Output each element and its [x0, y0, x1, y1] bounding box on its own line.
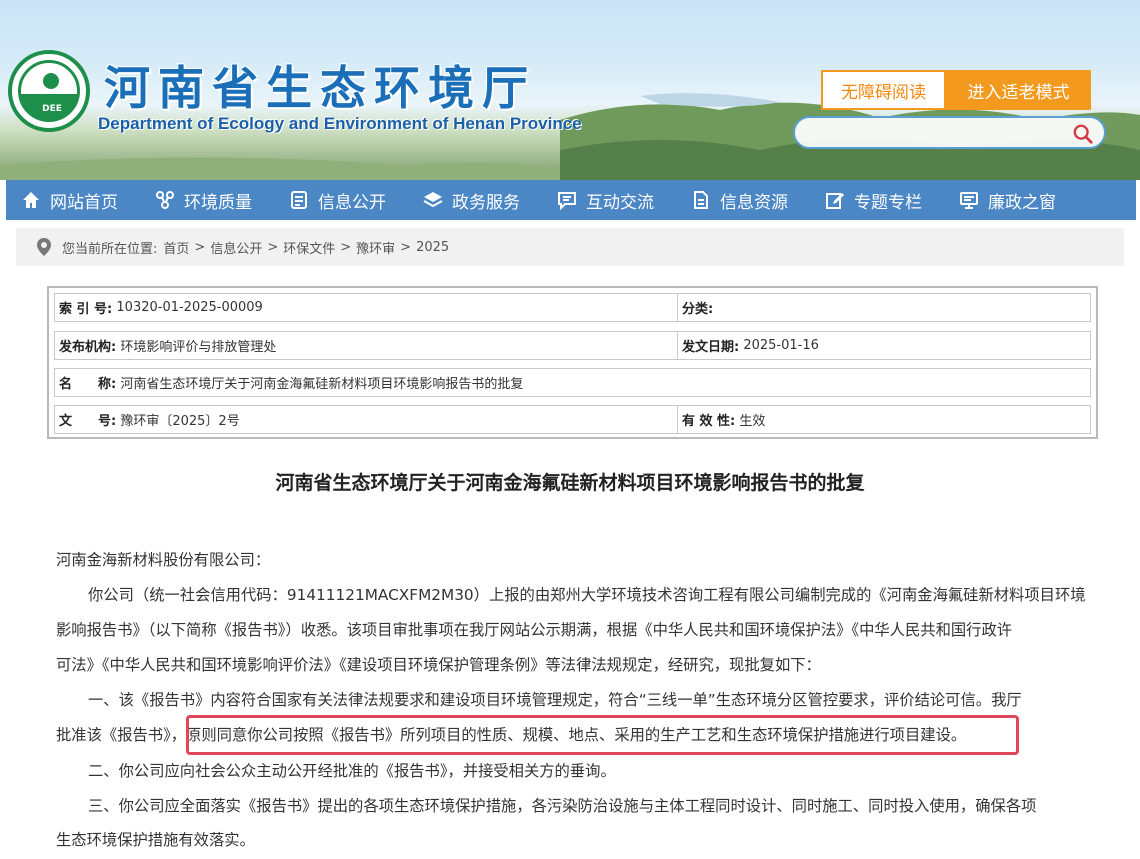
date-label: 发文日期: — [682, 340, 740, 355]
paragraph-line: 一、该《报告书》内容符合国家有关法律法规要求和建设项目环境管理规定，符合“三线一… — [88, 691, 1022, 709]
main-nav: 网站首页 环境质量 信息公开 政务服务 互动交流 信息资源 专题专栏 廉政之窗 — [6, 180, 1136, 220]
breadcrumb: 您当前所在位置: 首页 > 信息公开 > 环保文件 > 豫环审 > 2025 — [16, 228, 1124, 266]
publisher-cell: 发布机构: 环境影响评价与排放管理处 — [54, 331, 678, 360]
breadcrumb-year[interactable]: 2025 — [416, 240, 449, 255]
header-banner: DEE 河南省生态环境厅 Department of Ecology and E… — [0, 0, 1140, 180]
document-icon — [288, 189, 310, 211]
breadcrumb-info-disclosure[interactable]: 信息公开 — [210, 238, 262, 257]
elder-mode-button[interactable]: 进入适老模式 — [946, 70, 1091, 110]
date-value: 2025-01-16 — [743, 338, 819, 353]
breadcrumb-separator: > — [340, 239, 352, 255]
search-icon[interactable] — [1072, 123, 1094, 145]
nav-item-interaction[interactable]: 互动交流 — [556, 180, 654, 220]
document-info-table: 索 引 号: 10320-01-2025-00009 分类: 发布机构: 环境影… — [47, 286, 1098, 439]
category-cell: 分类: — [678, 293, 1091, 322]
nav-item-gov-services[interactable]: 政务服务 — [422, 180, 520, 220]
molecule-icon — [154, 189, 176, 211]
breadcrumb-separator: > — [267, 239, 279, 255]
doc-number-cell: 文 号: 豫环审〔2025〕2号 — [54, 405, 678, 434]
breadcrumb-separator: > — [194, 239, 206, 255]
logo-sun-icon — [43, 73, 59, 89]
nav-label: 互动交流 — [586, 192, 654, 213]
breadcrumb-env-documents[interactable]: 环保文件 — [283, 238, 335, 257]
name-cell: 名 称: 河南省生态环境厅关于河南金海氟硅新材料项目环境影响报告书的批复 — [54, 368, 1091, 397]
name-label: 名 称: — [59, 377, 117, 392]
annotation-highlight-box — [186, 715, 1019, 755]
nav-label: 廉政之窗 — [988, 192, 1056, 213]
breadcrumb-yuhuanshen[interactable]: 豫环审 — [356, 238, 395, 257]
validity-label: 有 效 性: — [682, 414, 736, 429]
nav-label: 专题专栏 — [854, 192, 922, 213]
publisher-label: 发布机构: — [59, 340, 117, 355]
publisher-value: 环境影响评价与排放管理处 — [120, 340, 277, 355]
doc-number-value: 豫环审〔2025〕2号 — [120, 414, 240, 429]
search-box — [793, 116, 1106, 149]
chat-icon — [556, 189, 578, 211]
validity-value: 生效 — [739, 414, 766, 429]
search-input[interactable] — [809, 122, 1064, 144]
nav-item-integrity-window[interactable]: 廉政之窗 — [958, 180, 1056, 220]
nav-item-environment-quality[interactable]: 环境质量 — [154, 180, 252, 220]
logo-text: DEE — [35, 103, 69, 115]
nav-item-info-disclosure[interactable]: 信息公开 — [288, 180, 386, 220]
location-pin-icon — [37, 238, 51, 256]
nav-label: 政务服务 — [452, 192, 520, 213]
info-row: 发布机构: 环境影响评价与排放管理处 发文日期: 2025-01-16 — [54, 331, 1091, 360]
nav-label: 网站首页 — [50, 192, 118, 213]
site-logo[interactable]: DEE — [8, 50, 90, 132]
paragraph-line: 可法》《中华人民共和国环境影响评价法》《建设项目环境保护管理条例》等法律法规规定… — [56, 656, 821, 674]
file-icon — [690, 189, 712, 211]
nav-label: 信息公开 — [318, 192, 386, 213]
paragraph-line: 你公司（统一社会信用代码：91411121MACXFM2M30）上报的由郑州大学… — [88, 586, 1086, 604]
breadcrumb-prefix: 您当前所在位置: — [62, 241, 158, 257]
doc-number-label: 文 号: — [59, 414, 117, 429]
paragraph-line: 影响报告书》（以下简称《报告书》）收悉。该项目审批事项在我厅网站公示期满，根据《… — [56, 621, 1013, 639]
name-value: 河南省生态环境厅关于河南金海氟硅新材料项目环境影响报告书的批复 — [120, 377, 524, 392]
monitor-icon — [958, 189, 980, 211]
info-row: 名 称: 河南省生态环境厅关于河南金海氟硅新材料项目环境影响报告书的批复 — [54, 368, 1091, 397]
document-title: 河南省生态环境厅关于河南金海氟硅新材料项目环境影响报告书的批复 — [275, 472, 865, 494]
nav-label: 环境质量 — [184, 192, 252, 213]
date-cell: 发文日期: 2025-01-16 — [678, 331, 1091, 360]
validity-cell: 有 效 性: 生效 — [678, 405, 1091, 434]
paragraph-line: 生态环境保护措施有效落实。 — [56, 831, 255, 849]
info-row: 文 号: 豫环审〔2025〕2号 有 效 性: 生效 — [54, 405, 1091, 434]
logo-emblem: DEE — [18, 60, 80, 122]
nav-label: 信息资源 — [720, 192, 788, 213]
index-number-value: 10320-01-2025-00009 — [116, 300, 263, 315]
breadcrumb-separator: > — [400, 239, 412, 255]
nav-item-home[interactable]: 网站首页 — [20, 180, 118, 220]
breadcrumb-home[interactable]: 首页 — [163, 238, 189, 257]
edit-icon — [824, 189, 846, 211]
paragraph-line: 二、你公司应向社会公众主动公开经批准的《报告书》，并接受相关方的垂询。 — [88, 762, 616, 780]
site-subtitle: Department of Ecology and Environment of… — [98, 114, 582, 133]
salutation: 河南金海新材料股份有限公司： — [56, 551, 271, 569]
accessibility-button[interactable]: 无障碍阅读 — [821, 70, 946, 110]
nav-item-info-resources[interactable]: 信息资源 — [690, 180, 788, 220]
category-label: 分类: — [682, 302, 714, 317]
site-title[interactable]: 河南省生态环境厅 — [104, 52, 536, 118]
info-row: 索 引 号: 10320-01-2025-00009 分类: — [54, 293, 1091, 322]
paragraph-line: 三、你公司应全面落实《报告书》提出的各项生态环境保护措施，各污染防治设施与主体工… — [88, 797, 1037, 815]
index-number-label: 索 引 号: — [59, 302, 113, 317]
nav-item-special-topics[interactable]: 专题专栏 — [824, 180, 922, 220]
home-icon — [20, 189, 42, 211]
index-number-cell: 索 引 号: 10320-01-2025-00009 — [54, 293, 678, 322]
layers-icon — [422, 189, 444, 211]
